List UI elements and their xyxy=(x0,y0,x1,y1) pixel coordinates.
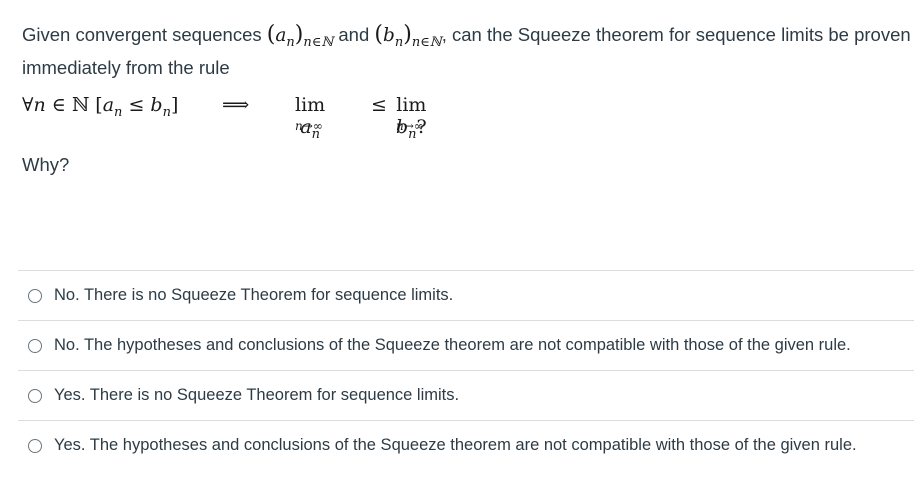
limit-a: lim an n→∞ xyxy=(295,94,326,142)
radio-button[interactable] xyxy=(28,288,42,303)
sequence-b: (bn)n∈ℕ xyxy=(374,22,442,50)
leq-symbol: ≤ xyxy=(371,94,387,116)
implies-symbol: ⟹ xyxy=(222,94,250,116)
answer-list: No. There is no Squeeze Theorem for sequ… xyxy=(18,270,914,470)
sequence-a: (an)n∈ℕ xyxy=(266,22,334,50)
question-text: Given convergent sequences (an)n∈ℕ and (… xyxy=(22,20,912,83)
limit-b: lim bn? n→∞ xyxy=(396,94,427,142)
answer-option-4[interactable]: Yes. The hypotheses and conclusions of t… xyxy=(18,420,914,470)
why-prompt: Why? xyxy=(22,154,70,175)
answer-option-1[interactable]: No. There is no Squeeze Theorem for sequ… xyxy=(18,270,914,320)
radio-button[interactable] xyxy=(28,388,42,403)
answer-option-3[interactable]: Yes. There is no Squeeze Theorem for seq… xyxy=(18,370,914,420)
rule-hypothesis: ∀n ∈ ℕ [an ≤ bn] xyxy=(22,94,179,120)
answer-label: Yes. There is no Squeeze Theorem for seq… xyxy=(54,386,460,404)
answer-label: Yes. The hypotheses and conclusions of t… xyxy=(54,436,857,454)
question-and: and xyxy=(333,24,375,45)
answer-option-2[interactable]: No. The hypotheses and conclusions of th… xyxy=(18,320,914,370)
answer-label: No. The hypotheses and conclusions of th… xyxy=(54,336,851,354)
answer-label: No. There is no Squeeze Theorem for sequ… xyxy=(54,286,454,304)
radio-button[interactable] xyxy=(28,438,42,453)
radio-button[interactable] xyxy=(28,338,42,353)
question-intro: Given convergent sequences xyxy=(22,24,267,45)
